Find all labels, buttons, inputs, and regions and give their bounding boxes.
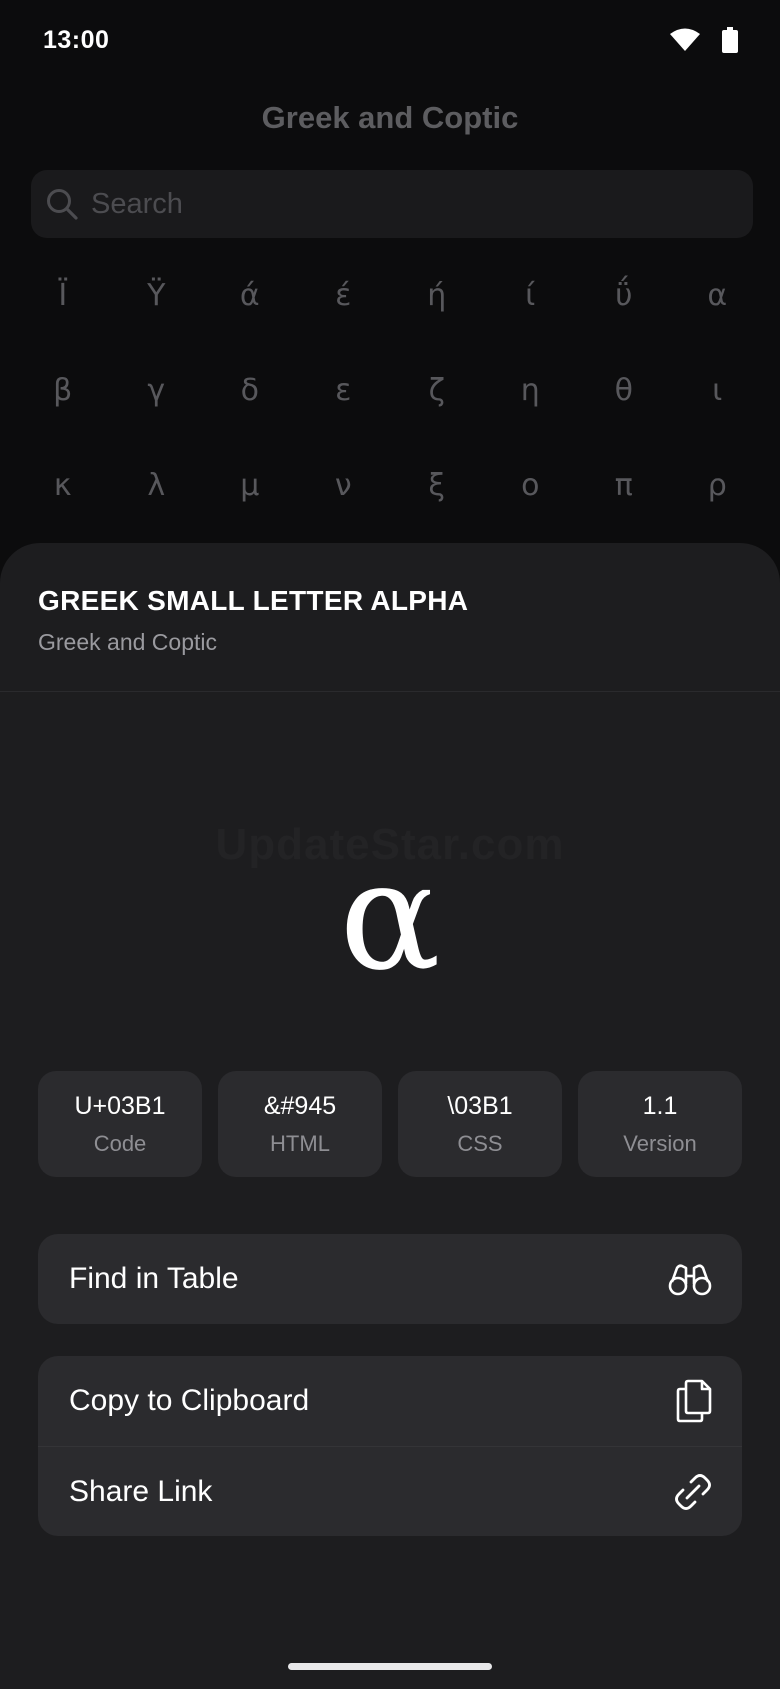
share-action-group: Copy to Clipboard Share Link [38, 1356, 742, 1536]
info-value: \03B1 [447, 1091, 513, 1120]
character-glyph: α [339, 830, 441, 1004]
link-icon [674, 1473, 712, 1511]
character-cell[interactable]: ά [203, 248, 297, 343]
character-cell[interactable]: μ [203, 438, 297, 533]
search-icon [45, 187, 91, 221]
character-cell[interactable]: ν [297, 438, 391, 533]
character-cell[interactable]: ζ [390, 343, 484, 438]
info-card-version[interactable]: 1.1 Version [578, 1071, 742, 1177]
find-in-table-label: Find in Table [69, 1262, 239, 1295]
character-cell[interactable]: λ [110, 438, 204, 533]
character-cell[interactable]: ο [484, 438, 578, 533]
character-block: Greek and Coptic [38, 629, 217, 655]
status-icons [670, 27, 738, 53]
info-label: CSS [457, 1130, 503, 1156]
search-box[interactable] [31, 170, 753, 238]
character-name: GREEK SMALL LETTER ALPHA [38, 585, 469, 616]
find-action-group: Find in Table [38, 1234, 742, 1324]
info-value: U+03B1 [74, 1091, 166, 1120]
character-cell[interactable]: Ϊ [16, 248, 110, 343]
home-indicator[interactable] [288, 1663, 492, 1670]
character-cell[interactable]: ΰ [577, 248, 671, 343]
character-cell[interactable]: γ [110, 343, 204, 438]
page-title: Greek and Coptic [261, 100, 519, 135]
info-card-html[interactable]: &#945 HTML [218, 1071, 382, 1177]
info-label: Version [623, 1130, 697, 1156]
share-link-label: Share Link [69, 1474, 213, 1508]
info-label: Code [93, 1130, 147, 1156]
character-cell[interactable]: ξ [390, 438, 484, 533]
character-cell[interactable]: η [484, 343, 578, 438]
binoculars-icon [668, 1262, 712, 1296]
status-bar: 13:00 [0, 0, 780, 80]
status-time: 13:00 [43, 25, 110, 54]
glyph-preview: UpdateStar.com α [0, 692, 780, 1072]
search-input[interactable] [91, 187, 691, 221]
character-cell[interactable]: θ [577, 343, 671, 438]
character-grid: ΪΫάέήίΰα βγδεζηθι κλμνξοπρ [16, 248, 766, 533]
background-screen: Greek and Coptic ΪΫάέήίΰα βγδεζηθι κλμνξοπ… [0, 80, 780, 550]
info-value: 1.1 [642, 1091, 678, 1120]
character-cell[interactable]: ι [671, 343, 765, 438]
info-card-css[interactable]: \03B1 CSS [398, 1071, 562, 1177]
character-cell[interactable]: π [577, 438, 671, 533]
character-cell[interactable]: ί [484, 248, 578, 343]
find-in-table-button[interactable]: Find in Table [38, 1234, 742, 1324]
battery-icon [722, 27, 738, 53]
character-cell[interactable]: ε [297, 343, 391, 438]
info-value: &#945 [263, 1091, 337, 1120]
info-row: U+03B1 Code &#945 HTML \03B1 CSS 1.1 Ver… [38, 1071, 742, 1177]
copy-icon [676, 1379, 712, 1423]
sheet-header: GREEK SMALL LETTER ALPHA Greek and Copti… [0, 543, 780, 692]
character-cell[interactable]: ρ [671, 438, 765, 533]
character-cell[interactable]: α [671, 248, 765, 343]
info-label: HTML [270, 1130, 330, 1156]
info-card-code[interactable]: U+03B1 Code [38, 1071, 202, 1177]
character-cell[interactable]: β [16, 343, 110, 438]
character-cell[interactable]: έ [297, 248, 391, 343]
character-cell[interactable]: δ [203, 343, 297, 438]
copy-to-clipboard-button[interactable]: Copy to Clipboard [38, 1356, 742, 1446]
character-cell[interactable]: κ [16, 438, 110, 533]
character-cell[interactable]: ή [390, 248, 484, 343]
character-cell[interactable]: Ϋ [110, 248, 204, 343]
wifi-icon [670, 28, 700, 52]
share-link-button[interactable]: Share Link [38, 1446, 742, 1536]
copy-to-clipboard-label: Copy to Clipboard [69, 1384, 310, 1417]
character-detail-sheet: GREEK SMALL LETTER ALPHA Greek and Copti… [0, 543, 780, 1689]
